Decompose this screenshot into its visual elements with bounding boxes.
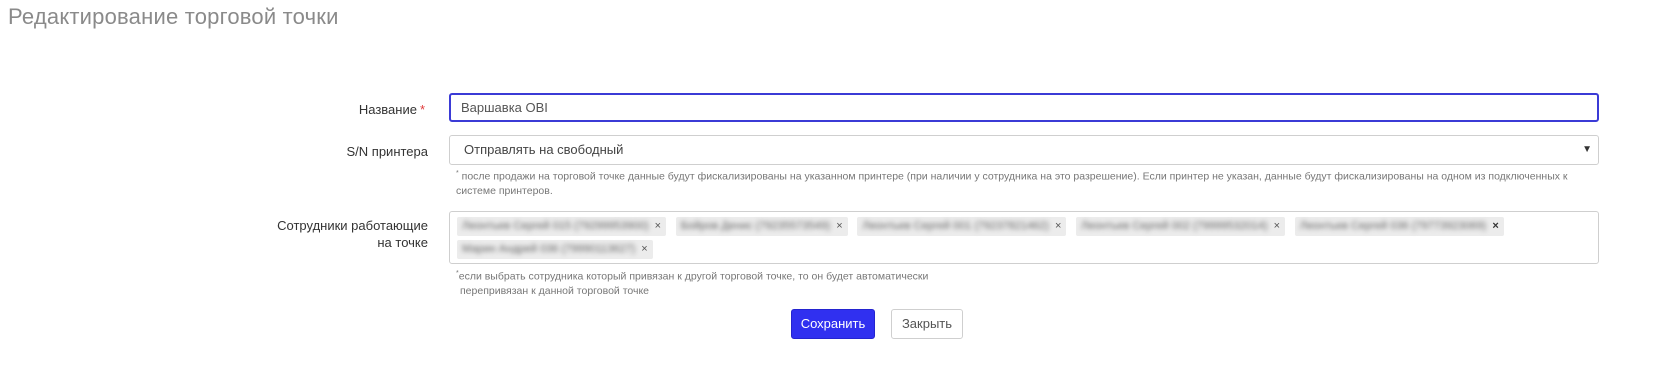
employees-label: Сотрудники работающие на точке — [128, 217, 428, 251]
name-label-text: Название — [358, 102, 417, 117]
tag-remove-icon[interactable]: × — [1492, 220, 1498, 232]
employees-hint-text1: если выбрать сотрудника который привязан… — [458, 270, 929, 283]
required-asterisk: * — [419, 102, 425, 117]
page-title: Редактирование торговой точки — [8, 4, 339, 29]
printer-label: S/N принтера — [346, 144, 429, 159]
employee-tag: Леонтьев Сергей 015 (79299953900) × — [457, 217, 667, 236]
tag-remove-icon[interactable]: × — [1274, 220, 1280, 232]
save-button[interactable]: Сохранить — [791, 309, 875, 339]
printer-select-value: Отправлять на свободный — [464, 142, 624, 157]
caret-down-icon: ▼ — [1582, 144, 1592, 155]
employee-tag-label: Леонтьев Сергей 036 (79773923069) — [1299, 220, 1487, 232]
employees-label-line2: на точке — [377, 235, 428, 250]
printer-hint-mark: * — [456, 170, 459, 177]
employee-tag: Бойров Денис (79235573549) × — [675, 217, 848, 236]
employees-multiselect[interactable]: Леонтьев Сергей 015 (79299953900) × Бойро… — [449, 211, 1599, 264]
employee-tag-label: Леонтьев Сергей 015 (79299953900) — [462, 220, 649, 232]
employee-tag: Марин Андрей 036 (79990113627) × — [457, 240, 653, 259]
tag-remove-icon[interactable]: × — [1055, 220, 1061, 232]
printer-select[interactable]: Отправлять на свободный ▼ — [449, 135, 1599, 165]
employee-tag-label: Марин Андрей 036 (79990113627) — [462, 243, 636, 255]
printer-hint: * после продажи на торговой точке данные… — [456, 167, 1596, 198]
tag-remove-icon[interactable]: × — [655, 220, 661, 232]
employees-hint-line1: *если выбрать сотрудника который привяза… — [456, 267, 1156, 284]
close-button[interactable]: Закрыть — [891, 309, 963, 339]
name-label: Название * — [125, 101, 425, 118]
employee-tag: Леонтьев Сергей 036 (79773923069) × — [1294, 217, 1504, 236]
name-input[interactable] — [449, 93, 1599, 122]
tag-remove-icon[interactable]: × — [641, 243, 647, 255]
employees-hint: *если выбрать сотрудника который привяза… — [456, 267, 1156, 298]
tag-remove-icon[interactable]: × — [836, 220, 842, 232]
employees-label-line1: Сотрудники работающие — [277, 218, 428, 233]
employee-tag-label: Бойров Денис (79235573549) — [680, 220, 831, 232]
employee-tag: Леонтьев Сергей 002 (79999532014) × — [1076, 217, 1286, 236]
employees-hint-text2: перепривязан к данной торговой точке — [460, 284, 650, 297]
employee-tag: Леонтьев Сергей 001 (79237821462) × — [857, 217, 1067, 236]
printer-hint-text: после продажи на торговой точке данные б… — [456, 170, 1568, 197]
employee-tag-label: Леонтьев Сергей 002 (79999532014) — [1081, 220, 1268, 232]
employee-tag-label: Леонтьев Сергей 001 (79237821462) — [862, 220, 1049, 232]
